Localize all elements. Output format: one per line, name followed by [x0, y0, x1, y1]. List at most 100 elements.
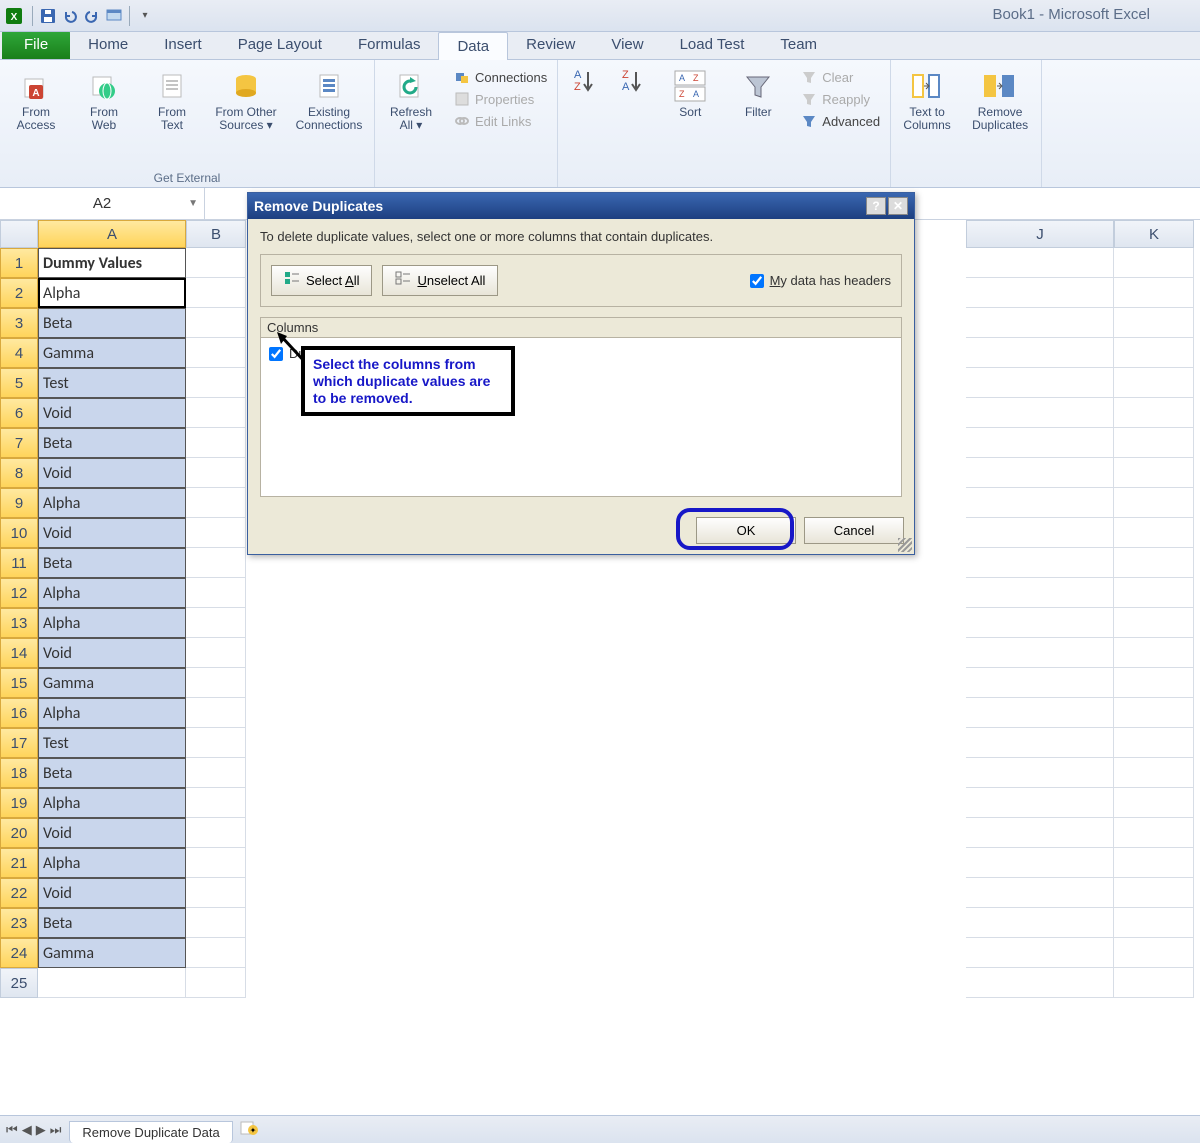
cell[interactable]: Test [38, 728, 186, 758]
cell[interactable] [186, 338, 246, 368]
tab-data[interactable]: Data [438, 32, 508, 60]
cell[interactable] [966, 248, 1114, 278]
tab-insert[interactable]: Insert [146, 31, 220, 59]
cell[interactable] [186, 518, 246, 548]
cell[interactable] [186, 788, 246, 818]
unselect-all-button[interactable]: Unselect All [382, 265, 498, 296]
cell[interactable] [186, 758, 246, 788]
cell[interactable] [966, 698, 1114, 728]
cell[interactable] [1114, 758, 1194, 788]
select-all-corner[interactable] [0, 220, 38, 248]
row-header[interactable]: 15 [0, 668, 38, 698]
row-header[interactable]: 13 [0, 608, 38, 638]
reapply-cmd[interactable]: Reapply [800, 90, 880, 108]
row-header[interactable]: 8 [0, 458, 38, 488]
row-header[interactable]: 16 [0, 698, 38, 728]
row-header[interactable]: 25 [0, 968, 38, 998]
row-header[interactable]: 10 [0, 518, 38, 548]
text-to-columns-button[interactable]: Text to Columns [897, 64, 957, 132]
name-box[interactable]: A2 ▼ [0, 188, 205, 219]
tab-team[interactable]: Team [762, 31, 835, 59]
cell[interactable] [1114, 278, 1194, 308]
cell[interactable] [1114, 908, 1194, 938]
cell[interactable] [186, 578, 246, 608]
cell[interactable] [186, 608, 246, 638]
row-header[interactable]: 19 [0, 788, 38, 818]
from-text-button[interactable]: From Text [142, 64, 202, 132]
tab-review[interactable]: Review [508, 31, 593, 59]
cell[interactable] [186, 908, 246, 938]
headers-checkbox-label[interactable]: My data has headers [750, 273, 891, 288]
col-header-j[interactable]: J [966, 220, 1114, 248]
col-header-k[interactable]: K [1114, 220, 1194, 248]
cell[interactable] [186, 728, 246, 758]
cell[interactable]: Void [38, 638, 186, 668]
cell[interactable]: Void [38, 398, 186, 428]
connections-cmd[interactable]: Connections [453, 68, 547, 86]
row-header[interactable]: 1 [0, 248, 38, 278]
row-header[interactable]: 3 [0, 308, 38, 338]
properties-cmd[interactable]: Properties [453, 90, 547, 108]
new-sheet-icon[interactable]: ✦ [239, 1120, 259, 1139]
resize-grip-icon[interactable] [898, 538, 912, 552]
row-header[interactable]: 11 [0, 548, 38, 578]
cell[interactable] [1114, 878, 1194, 908]
filter-button[interactable]: Filter [728, 64, 788, 134]
cell[interactable]: Alpha [38, 608, 186, 638]
cell[interactable] [38, 968, 186, 998]
row-header[interactable]: 20 [0, 818, 38, 848]
cell[interactable] [186, 428, 246, 458]
cell[interactable] [186, 938, 246, 968]
cell[interactable] [186, 248, 246, 278]
cell[interactable] [966, 638, 1114, 668]
tab-home[interactable]: Home [70, 31, 146, 59]
cell[interactable] [186, 638, 246, 668]
cell[interactable] [966, 788, 1114, 818]
cell[interactable]: Void [38, 818, 186, 848]
tab-page-layout[interactable]: Page Layout [220, 31, 340, 59]
cell[interactable] [1114, 338, 1194, 368]
cell[interactable] [966, 758, 1114, 788]
cell[interactable] [186, 878, 246, 908]
cell[interactable] [966, 968, 1114, 998]
cell[interactable] [1114, 458, 1194, 488]
from-access-button[interactable]: A From Access [6, 64, 66, 132]
cell[interactable] [966, 338, 1114, 368]
col-header-b[interactable]: B [186, 220, 246, 248]
close-button[interactable]: ✕ [888, 197, 908, 215]
tab-view[interactable]: View [593, 31, 661, 59]
select-all-button[interactable]: Select All [271, 265, 372, 296]
cell[interactable] [966, 428, 1114, 458]
remove-duplicates-button[interactable]: Remove Duplicates [965, 64, 1035, 132]
cell[interactable] [186, 458, 246, 488]
cell[interactable]: Beta [38, 548, 186, 578]
cell[interactable]: Alpha [38, 788, 186, 818]
cell[interactable] [966, 668, 1114, 698]
sort-desc-button[interactable]: ZA [612, 64, 652, 134]
cell[interactable] [186, 848, 246, 878]
cell[interactable] [1114, 368, 1194, 398]
edit-links-cmd[interactable]: Edit Links [453, 112, 547, 130]
cell[interactable] [186, 548, 246, 578]
cell[interactable] [1114, 488, 1194, 518]
cell[interactable]: Alpha [38, 488, 186, 518]
row-header[interactable]: 17 [0, 728, 38, 758]
prev-sheet-icon[interactable]: ◀ [22, 1122, 32, 1138]
cell[interactable] [1114, 728, 1194, 758]
cell[interactable] [1114, 248, 1194, 278]
row-header[interactable]: 22 [0, 878, 38, 908]
cell[interactable]: Gamma [38, 338, 186, 368]
cell[interactable] [186, 398, 246, 428]
cell[interactable] [966, 368, 1114, 398]
cell[interactable] [1114, 518, 1194, 548]
first-sheet-icon[interactable]: ⏮ [6, 1122, 18, 1138]
cell[interactable] [966, 728, 1114, 758]
cell[interactable] [186, 668, 246, 698]
row-header[interactable]: 21 [0, 848, 38, 878]
cell[interactable] [966, 518, 1114, 548]
row-header[interactable]: 23 [0, 908, 38, 938]
cell[interactable]: Beta [38, 908, 186, 938]
cell[interactable]: Void [38, 518, 186, 548]
sort-asc-button[interactable]: AZ [564, 64, 604, 134]
row-header[interactable]: 7 [0, 428, 38, 458]
